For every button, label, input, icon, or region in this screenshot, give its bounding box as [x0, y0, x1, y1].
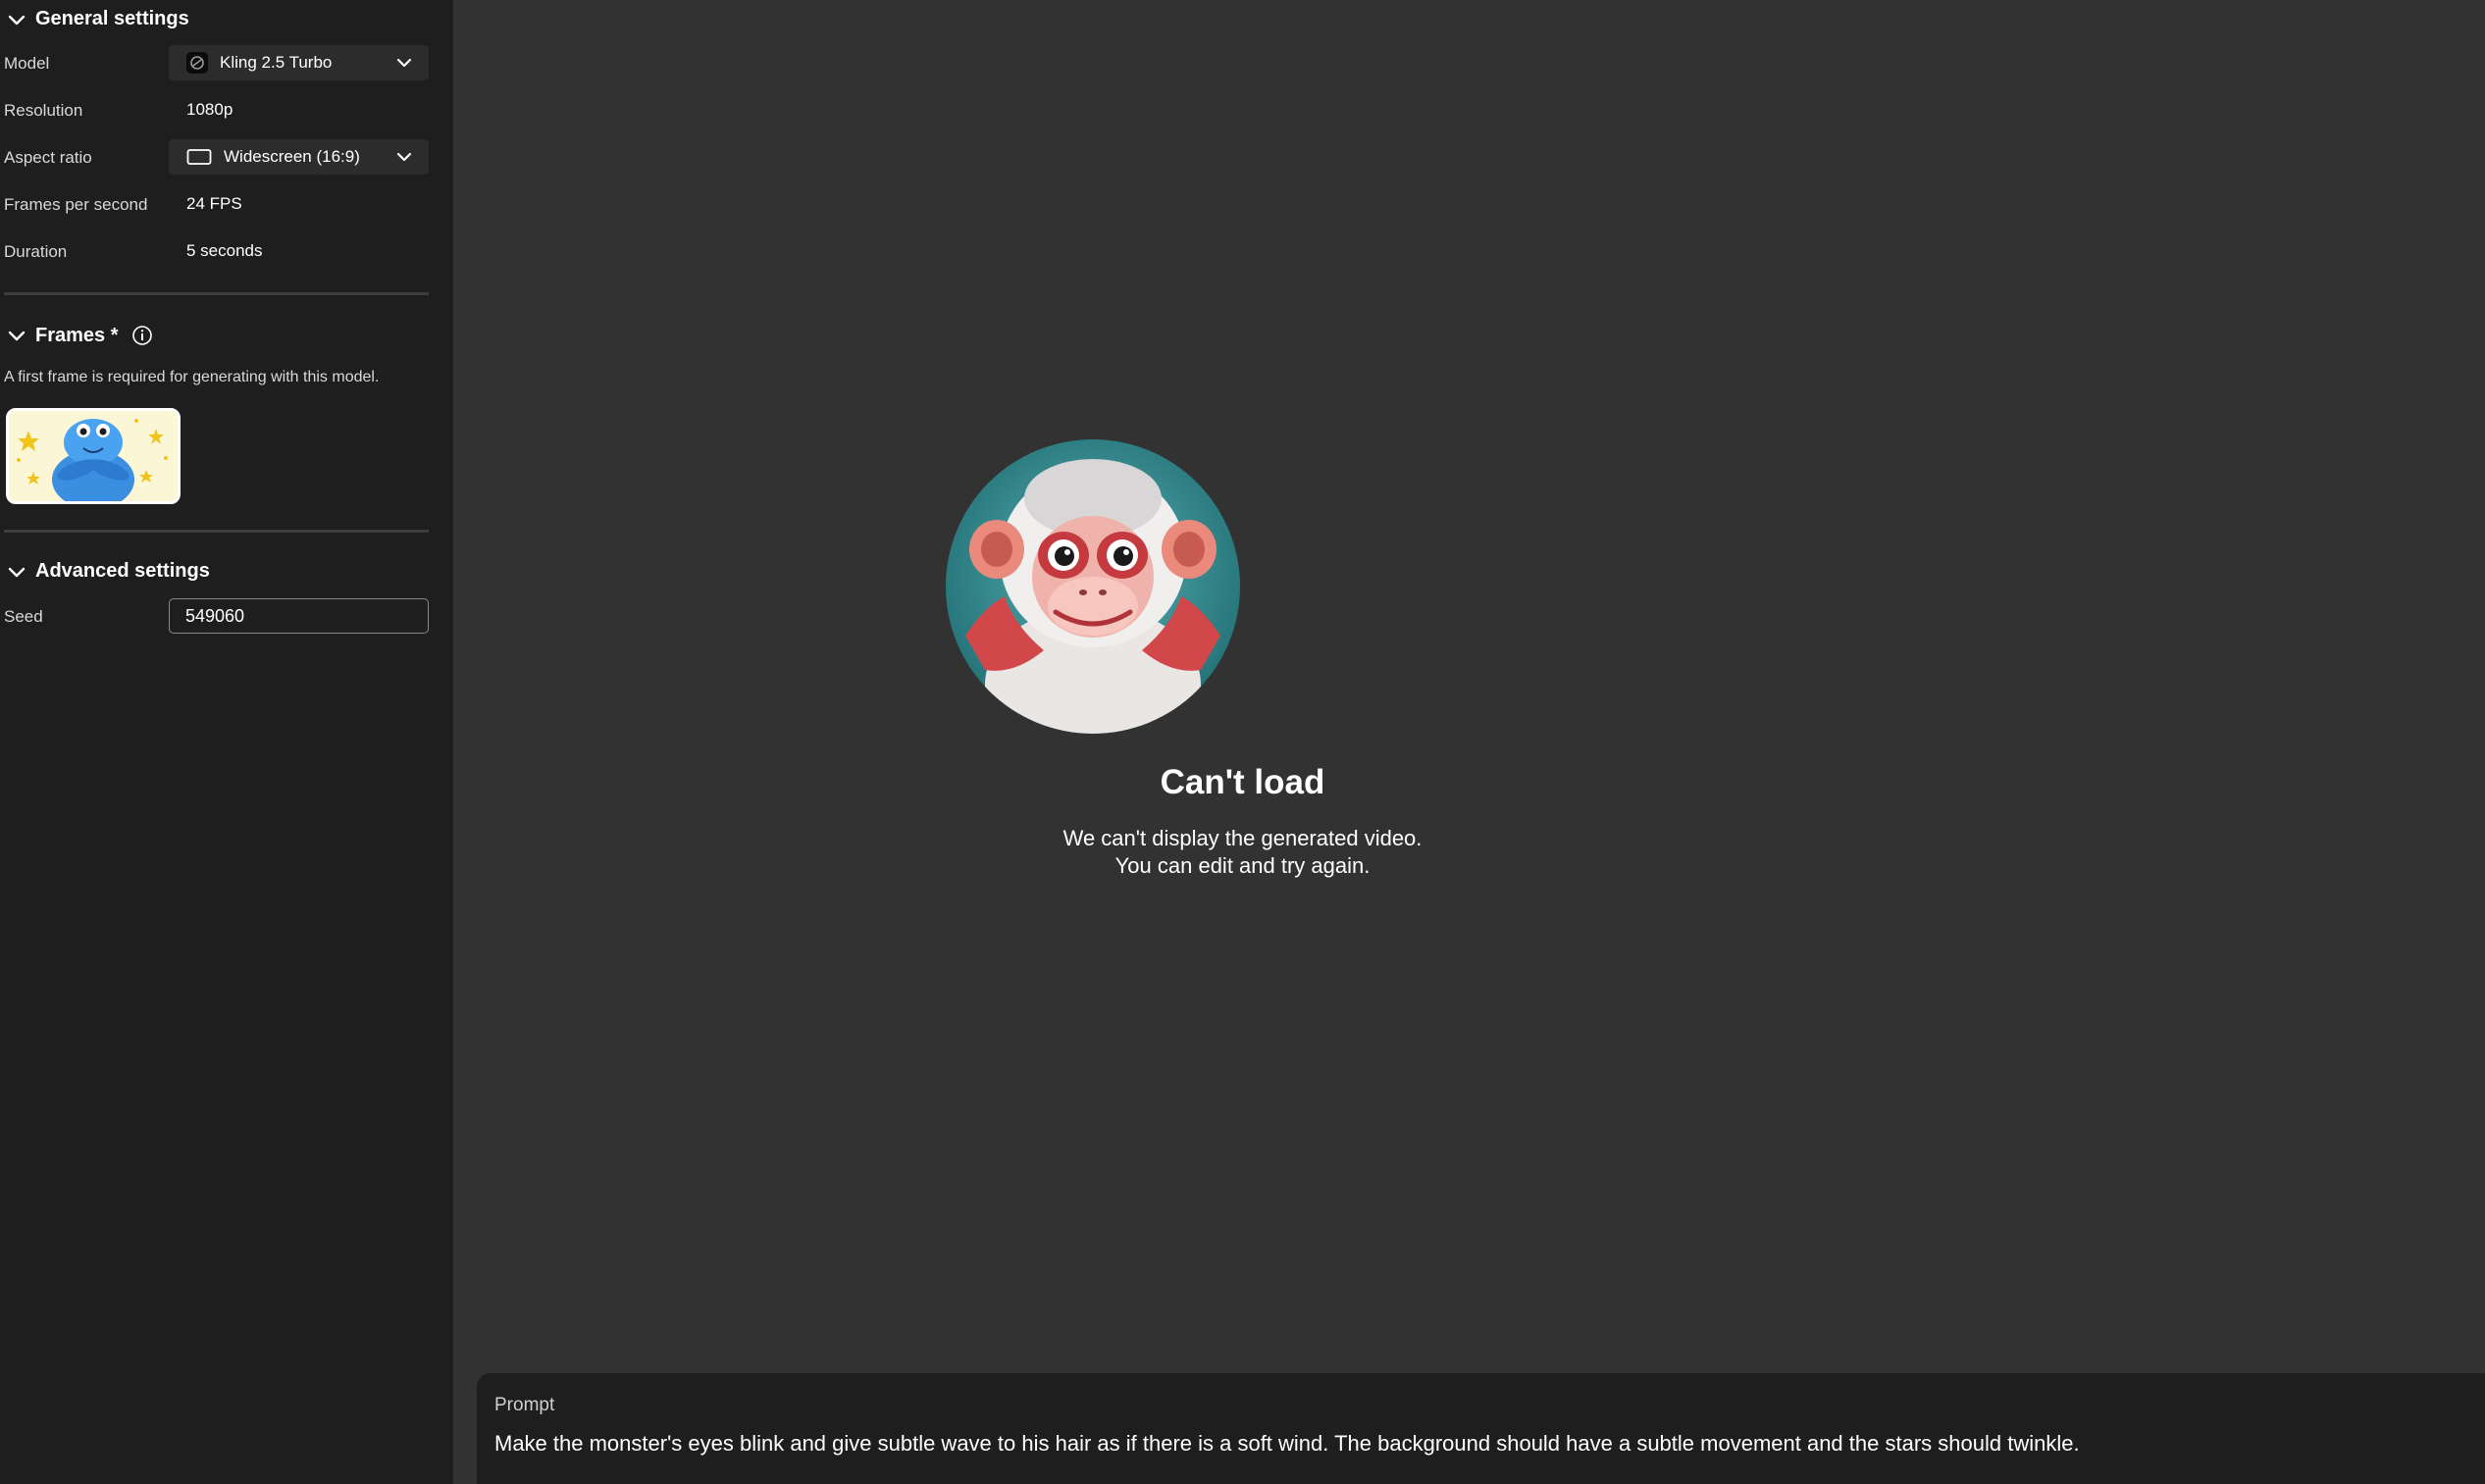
prompt-label: Prompt	[494, 1395, 555, 1415]
first-frame-thumbnail[interactable]	[6, 408, 181, 504]
model-dropdown[interactable]: Kling 2.5 Turbo	[169, 45, 429, 80]
section-divider	[4, 530, 429, 533]
prompt-text[interactable]: Make the monster's eyes blink and give s…	[494, 1431, 2080, 1457]
main-preview-area	[453, 0, 2485, 1484]
seed-label: Seed	[4, 607, 43, 626]
aspect-ratio-value: Widescreen (16:9)	[224, 147, 360, 166]
model-label: Model	[4, 54, 50, 73]
chevron-down-icon	[396, 58, 412, 68]
error-monkey-illustration	[946, 439, 1240, 734]
settings-sidebar: General settings Model Kling 2.5 Turbo R…	[0, 0, 453, 1484]
frames-requirement-note: A first frame is required for generating…	[4, 369, 380, 385]
error-message-line-2: You can edit and try again.	[1114, 853, 1371, 878]
monkey-icon	[946, 439, 1240, 734]
prompt-panel[interactable]: Prompt Make the monster's eyes blink and…	[477, 1373, 2485, 1484]
blue-monster-image	[9, 411, 178, 501]
kling-logo-icon	[186, 52, 208, 74]
fps-value: 24 FPS	[186, 194, 242, 213]
resolution-value: 1080p	[186, 100, 233, 119]
frames-header[interactable]: Frames *	[6, 324, 154, 347]
chevron-down-icon	[8, 567, 26, 577]
advanced-settings-header[interactable]: Advanced settings	[6, 560, 210, 583]
seed-input[interactable]	[169, 598, 429, 634]
frames-title: Frames *	[35, 324, 119, 346]
duration-value: 5 seconds	[186, 241, 263, 260]
aspect-ratio-label: Aspect ratio	[4, 148, 92, 167]
chevron-down-icon	[396, 152, 412, 162]
duration-label: Duration	[4, 242, 68, 261]
error-message-line-1: We can't display the generated video.	[1062, 826, 1423, 850]
general-settings-header[interactable]: General settings	[6, 8, 189, 30]
advanced-settings-title: Advanced settings	[35, 560, 210, 582]
resolution-label: Resolution	[4, 101, 83, 120]
chevron-down-icon	[8, 15, 26, 25]
aspect-ratio-dropdown[interactable]: Widescreen (16:9)	[169, 139, 429, 175]
chevron-down-icon	[8, 331, 26, 341]
general-settings-title: General settings	[35, 8, 189, 29]
fps-label: Frames per second	[4, 195, 148, 214]
section-divider	[4, 292, 429, 295]
error-title: Can't load	[1160, 763, 1325, 801]
widescreen-icon	[186, 149, 212, 165]
model-value: Kling 2.5 Turbo	[220, 53, 333, 72]
info-icon[interactable]	[130, 324, 154, 347]
